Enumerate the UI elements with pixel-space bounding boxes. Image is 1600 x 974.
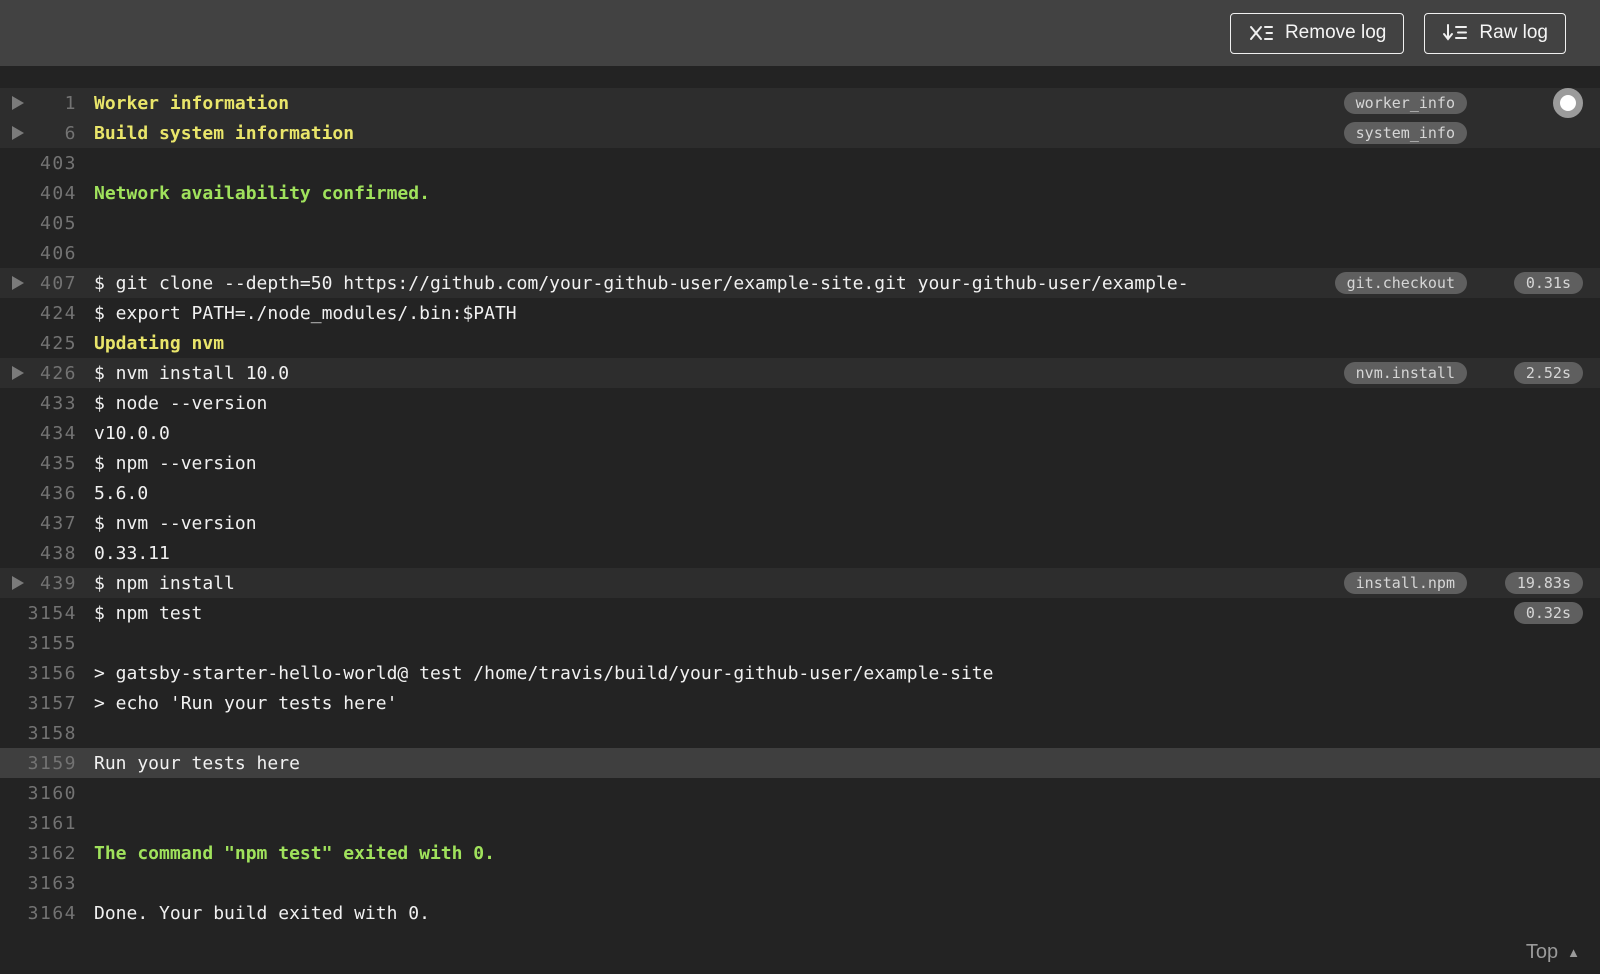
log-line: 3155 [0,628,1600,658]
log-line: 424 $ export PATH=./node_modules/.bin:$P… [0,298,1600,328]
raw-log-button[interactable]: Raw log [1424,12,1566,54]
line-text: Done. Your build exited with 0. [94,902,430,924]
top-link-label: Top [1525,941,1559,963]
line-number[interactable]: 437 [0,513,77,534]
log-line: 3159 Run your tests here [0,748,1600,778]
line-number[interactable]: 3162 [0,843,77,864]
remove-log-button[interactable]: Remove log [1229,12,1405,54]
line-text: $ nvm --version [94,512,257,534]
line-text: > gatsby-starter-hello-world@ test /home… [94,662,994,684]
line-number[interactable]: 403 [0,153,77,174]
line-number[interactable]: 438 [0,543,77,564]
log-line: 3156 > gatsby-starter-hello-world@ test … [0,658,1600,688]
fold-toggle-icon[interactable] [12,576,24,590]
log-line: 433 $ node --version [0,388,1600,418]
log-line: 6 Build system information system_info [0,118,1600,148]
line-number[interactable]: 3158 [0,723,77,744]
chevron-up-icon: ▲ [1567,945,1580,960]
log-line: 434 v10.0.0 [0,418,1600,448]
log-line: 438 0.33.11 [0,538,1600,568]
log-line: 407 $ git clone --depth=50 https://githu… [0,268,1600,298]
log-line: 1 Worker information worker_info [0,88,1600,118]
log-line: 3157 > echo 'Run your tests here' [0,688,1600,718]
line-number[interactable]: 434 [0,423,77,444]
line-text: $ node --version [94,392,268,414]
fold-toggle-icon[interactable] [12,366,24,380]
line-text: Run your tests here [94,752,300,774]
line-text: $ export PATH=./node_modules/.bin:$PATH [94,302,517,324]
line-number[interactable]: 3160 [0,783,77,804]
log-line: 425 Updating nvm [0,328,1600,358]
log-line: 403 [0,148,1600,178]
step-name-badge: git.checkout [1334,272,1467,294]
remove-log-icon [1248,23,1274,43]
log-line: 405 [0,208,1600,238]
remove-log-label: Remove log [1284,22,1387,43]
scroll-toggle-button[interactable] [1553,88,1583,118]
raw-log-label: Raw log [1479,22,1548,43]
step-duration-badge: 0.31s [1513,272,1583,294]
log-line: 404 Network availability confirmed. [0,178,1600,208]
log-toolbar: Remove log Raw log [0,0,1600,66]
line-number[interactable]: 3163 [0,873,77,894]
line-number[interactable]: 406 [0,243,77,264]
line-number[interactable]: 3157 [0,693,77,714]
line-text: The command "npm test" exited with 0. [94,842,495,864]
line-number[interactable]: 436 [0,483,77,504]
fold-toggle-icon[interactable] [12,276,24,290]
line-number[interactable]: 405 [0,213,77,234]
line-text: 0.33.11 [94,542,170,564]
line-number[interactable]: 435 [0,453,77,474]
line-number[interactable]: 3159 [0,753,77,774]
line-text: > echo 'Run your tests here' [94,692,398,714]
line-number[interactable]: 3156 [0,663,77,684]
log-line: 3161 [0,808,1600,838]
line-number[interactable]: 424 [0,303,77,324]
step-duration-badge: 0.32s [1513,602,1583,624]
log-line: 406 [0,238,1600,268]
line-number[interactable]: 3164 [0,903,77,924]
log-line: 426 $ nvm install 10.0 nvm.install 2.52s [0,358,1600,388]
line-text: Network availability confirmed. [94,182,430,204]
fold-toggle-icon[interactable] [12,96,24,110]
line-text: $ npm --version [94,452,257,474]
log-line: 3154 $ npm test 0.32s [0,598,1600,628]
line-text: $ npm test [94,602,203,624]
log-line: 3164 Done. Your build exited with 0. [0,898,1600,928]
line-text: 5.6.0 [94,482,149,504]
step-duration-badge: 19.83s [1504,572,1583,594]
log-line: 436 5.6.0 [0,478,1600,508]
line-number[interactable]: 425 [0,333,77,354]
log-line: 3158 [0,718,1600,748]
log-lines: 1 Worker information worker_info 6 Build… [0,88,1600,928]
line-text: Updating nvm [94,332,225,354]
log-line: 435 $ npm --version [0,448,1600,478]
fold-toggle-icon[interactable] [12,126,24,140]
step-duration-badge: 2.52s [1513,362,1583,384]
step-name-badge: install.npm [1343,572,1467,594]
build-log: 1 Worker information worker_info 6 Build… [0,66,1600,974]
line-number[interactable]: 433 [0,393,77,414]
line-text: v10.0.0 [94,422,170,444]
line-number[interactable]: 3161 [0,813,77,834]
log-line: 3163 [0,868,1600,898]
line-number[interactable]: 3154 [0,603,77,624]
step-name-badge: system_info [1343,122,1467,144]
step-name-badge: nvm.install [1343,362,1467,384]
log-line: 3162 The command "npm test" exited with … [0,838,1600,868]
back-to-top-link[interactable]: Top ▲ [1526,941,1580,964]
step-name-badge: worker_info [1343,92,1467,114]
line-number[interactable]: 3155 [0,633,77,654]
line-number[interactable]: 404 [0,183,77,204]
log-line: 3160 [0,778,1600,808]
raw-log-icon [1442,23,1468,43]
log-line: 437 $ nvm --version [0,508,1600,538]
log-line: 439 $ npm install install.npm 19.83s [0,568,1600,598]
